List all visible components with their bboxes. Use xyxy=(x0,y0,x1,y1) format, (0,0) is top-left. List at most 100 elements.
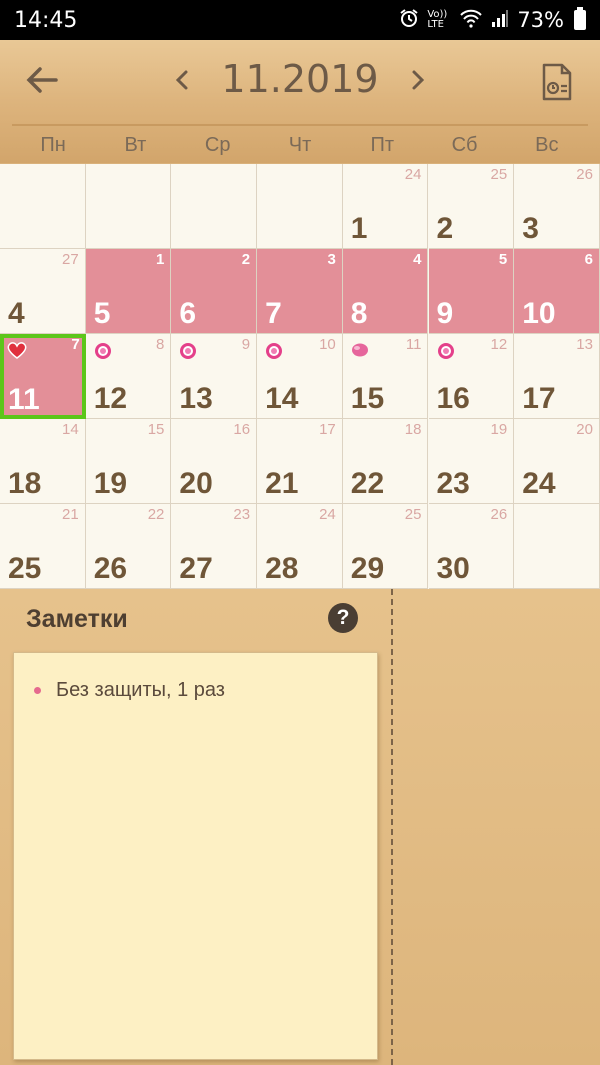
day-number: 4 xyxy=(8,297,25,330)
day-number: 21 xyxy=(265,467,299,500)
cycle-day-number: 27 xyxy=(62,251,79,268)
calendar-day[interactable]: 15 xyxy=(85,249,172,334)
calendar-day[interactable]: 24 1 xyxy=(342,164,429,249)
day-number: 5 xyxy=(93,297,111,330)
calendar-day[interactable]: 13 17 xyxy=(514,334,600,419)
calendar-day[interactable]: 22 26 xyxy=(85,504,172,589)
help-icon[interactable]: ? xyxy=(328,603,358,633)
prev-month-button[interactable] xyxy=(168,62,198,98)
chevron-left-icon xyxy=(175,70,188,90)
cycle-day-number: 5 xyxy=(498,251,508,268)
arrow-left-icon xyxy=(26,67,58,93)
cycle-day-number: 18 xyxy=(404,421,422,438)
cycle-day-number: 16 xyxy=(233,421,251,438)
day-number: 18 xyxy=(8,467,42,500)
flower-icon xyxy=(265,342,283,360)
cycle-day-number: 25 xyxy=(490,166,508,183)
calendar-day[interactable]: 23 27 xyxy=(171,504,258,589)
day-number: 16 xyxy=(436,382,470,415)
calendar-day-empty xyxy=(85,164,172,249)
calendar-day[interactable]: 9 13 xyxy=(171,334,258,419)
calendar-day[interactable]: 6 10 xyxy=(514,249,600,334)
flower-icon xyxy=(179,342,197,360)
calendar-day[interactable]: 10 14 xyxy=(257,334,343,419)
battery-percent: 73% xyxy=(517,8,564,32)
calendar-day[interactable]: 26 3 xyxy=(514,164,600,249)
cycle-day-number: 19 xyxy=(490,421,508,438)
cycle-day-number: 26 xyxy=(576,166,593,183)
cycle-day-number: 7 xyxy=(71,336,80,353)
report-document-icon xyxy=(542,63,572,101)
calendar-day[interactable]: 15 19 xyxy=(85,419,172,504)
calendar-day-today[interactable]: 7 11 xyxy=(0,334,86,419)
battery-icon xyxy=(574,7,586,30)
calendar-day[interactable]: 59 xyxy=(428,249,515,334)
calendar-day-empty xyxy=(171,164,258,249)
day-number: 3 xyxy=(522,212,539,245)
day-number: 14 xyxy=(265,382,299,415)
calendar-day[interactable]: 12 16 xyxy=(428,334,515,419)
day-number: 29 xyxy=(350,552,385,585)
calendar-day[interactable]: 24 28 xyxy=(257,504,343,589)
calendar-day[interactable]: 26 30 xyxy=(428,504,515,589)
status-time: 14:45 xyxy=(14,7,78,33)
weekday-label: Вс xyxy=(535,134,559,156)
weekday-label: Чт xyxy=(288,134,312,156)
day-number: 24 xyxy=(522,467,556,500)
cycle-day-number: 21 xyxy=(62,506,79,523)
egg-icon xyxy=(351,342,369,360)
day-number: 15 xyxy=(350,382,385,415)
calendar-day[interactable]: 26 xyxy=(171,249,258,334)
cycle-day-number: 14 xyxy=(62,421,79,438)
calendar-day[interactable]: 21 25 xyxy=(0,504,86,589)
calendar-day[interactable]: 25 29 xyxy=(342,504,429,589)
calendar-day[interactable]: 37 xyxy=(257,249,343,334)
chevron-right-icon xyxy=(412,70,425,90)
calendar-day[interactable]: 8 12 xyxy=(85,334,172,419)
next-month-button[interactable] xyxy=(402,62,432,98)
day-number: 26 xyxy=(93,552,128,585)
cycle-day-number: 25 xyxy=(404,506,422,523)
cycle-day-number: 1 xyxy=(156,251,165,268)
alarm-icon xyxy=(399,8,419,32)
signal-icon xyxy=(491,8,509,32)
day-number: 10 xyxy=(522,297,556,330)
calendar-day[interactable]: 48 xyxy=(342,249,429,334)
calendar-day[interactable]: 18 22 xyxy=(342,419,429,504)
calendar-day[interactable]: 17 21 xyxy=(257,419,343,504)
calendar-day[interactable]: 16 20 xyxy=(171,419,258,504)
cycle-day-number: 13 xyxy=(576,336,593,353)
weekday-label: Пт xyxy=(370,134,395,156)
calendar-day[interactable]: 27 4 xyxy=(0,249,86,334)
calendar-day[interactable]: 11 15 xyxy=(342,334,429,419)
cycle-day-number: 17 xyxy=(319,421,336,438)
day-number: 9 xyxy=(436,297,454,330)
notes-panel: Заметки ? Без защиты, 1 раз xyxy=(0,589,600,1065)
calendar-day[interactable]: 25 2 xyxy=(428,164,515,249)
bullet-icon xyxy=(34,687,41,694)
notes-title: Заметки xyxy=(26,605,128,633)
calendar-day-empty xyxy=(257,164,343,249)
note-paper[interactable]: Без защиты, 1 раз xyxy=(13,652,378,1060)
day-number: 11 xyxy=(8,383,40,416)
weekday-label: Вт xyxy=(124,134,147,156)
cycle-day-number: 2 xyxy=(241,251,251,268)
wifi-icon xyxy=(459,8,483,32)
calendar-day[interactable]: 19 23 xyxy=(428,419,515,504)
cycle-day-number: 12 xyxy=(490,336,508,353)
weekday-label: Пн xyxy=(40,134,66,156)
report-button[interactable] xyxy=(540,62,574,102)
day-number: 2 xyxy=(436,212,454,245)
calendar-day[interactable]: 14 18 xyxy=(0,419,86,504)
cycle-day-number: 22 xyxy=(147,506,165,523)
month-title[interactable]: 11.2019 xyxy=(200,57,400,101)
flower-icon xyxy=(437,342,455,360)
cycle-day-number: 23 xyxy=(233,506,251,523)
cycle-day-number: 20 xyxy=(576,421,593,438)
status-bar: 14:45 Vo)) LTE 73% xyxy=(0,0,600,40)
back-button[interactable] xyxy=(22,60,62,100)
day-number: 7 xyxy=(265,297,282,330)
day-number: 19 xyxy=(93,467,128,500)
calendar-day[interactable]: 20 24 xyxy=(514,419,600,504)
cycle-day-number: 15 xyxy=(147,421,165,438)
